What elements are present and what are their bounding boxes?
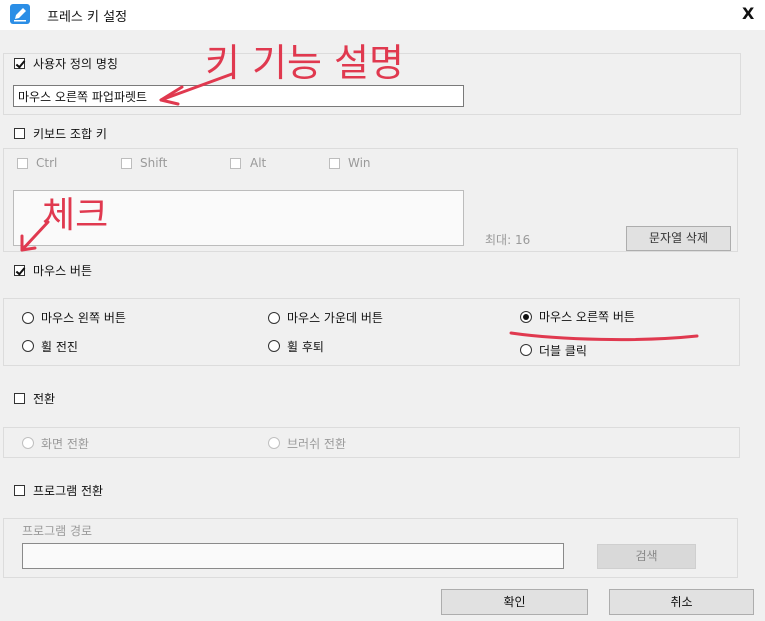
annotation-key-function: 키 기능 설명	[205, 41, 404, 85]
annotation-check: 체크	[42, 195, 109, 236]
annotation-overlay	[20, 72, 699, 342]
